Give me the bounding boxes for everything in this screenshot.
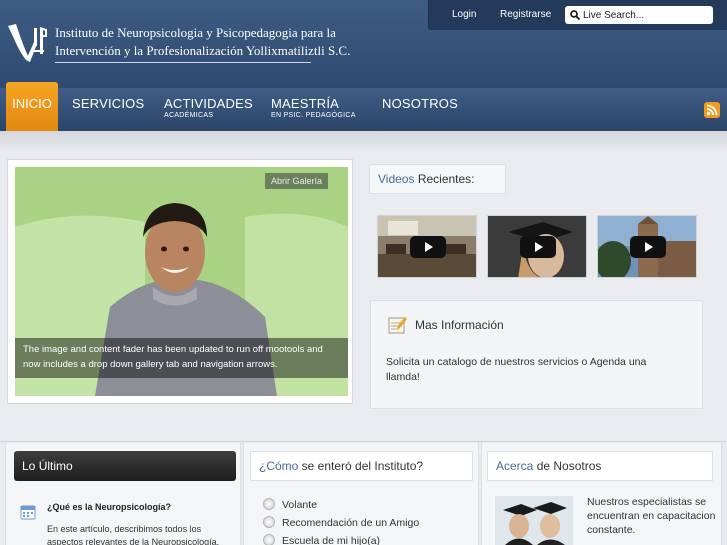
calendar-icon	[20, 505, 36, 520]
search-box	[565, 6, 713, 24]
rss-glyph	[706, 104, 718, 116]
nav-label: INICIO	[12, 96, 52, 111]
video-thumbnail-2[interactable]	[487, 215, 587, 278]
about-text: Nuestros especialistas se encuentran en …	[587, 496, 716, 536]
logo-line-2: Intervención y la Profesionalización Yol…	[55, 43, 351, 58]
slideshow-panel: Abrir Galería The image and content fade…	[7, 159, 353, 404]
login-link[interactable]: Login	[452, 9, 476, 20]
article-title-link[interactable]: ¿Qué es la Neuropsicología?	[47, 502, 171, 512]
search-input[interactable]	[583, 6, 709, 24]
survey-title-rest: se enteró del Instituto?	[298, 459, 424, 473]
open-gallery-button[interactable]: Abrir Galería	[265, 173, 328, 189]
survey-radio-2[interactable]	[263, 516, 275, 528]
nav-sublabel: EN PSIC. PEDAGÓGICA	[271, 112, 356, 119]
survey-radio-3[interactable]	[263, 534, 275, 545]
rss-icon[interactable]	[704, 102, 720, 118]
videos-title-accent: Videos	[378, 172, 415, 186]
nav-item-actividades[interactable]: ACTIVIDADES ACADÉMICAS	[164, 88, 253, 131]
play-icon	[630, 236, 666, 258]
logo-mark-icon	[8, 24, 47, 62]
video-thumbnail-1[interactable]	[377, 215, 477, 278]
search-icon	[570, 10, 580, 20]
latest-title-part2: Último	[35, 459, 73, 473]
register-link[interactable]: Registrarse	[500, 9, 551, 20]
nav-shadow	[0, 131, 727, 153]
graduates-photo	[495, 496, 573, 545]
notepad-icon	[388, 317, 407, 334]
about-title-rest: de Nosotros	[533, 459, 602, 473]
nav-item-maestria[interactable]: MAESTRÍA EN PSIC. PEDAGÓGICA	[271, 88, 356, 131]
site-header: Instituto de Neuropsicologia y Psicopeda…	[0, 0, 727, 88]
slide-image[interactable]: Abrir Galería The image and content fade…	[15, 167, 348, 396]
top-utility-bar: Login Registrarse	[428, 0, 727, 30]
more-info-text: Solicita un catalogo de nuestros servici…	[386, 356, 647, 383]
latest-header: Lo Último	[14, 451, 236, 481]
play-icon	[520, 236, 556, 258]
survey-title-accent: ¿Cómo	[259, 459, 299, 473]
about-header: Acerca de Nosotros	[487, 451, 713, 481]
graduates-illustration	[495, 496, 573, 545]
section-divider	[0, 441, 727, 442]
survey-header: ¿Cómo se enteró del Instituto?	[250, 451, 473, 481]
videos-title-rest: Recientes:	[414, 172, 475, 186]
logo-text: Instituto de Neuropsicologia y Psicopeda…	[55, 24, 351, 60]
nav-sublabel: ACADÉMICAS	[164, 112, 214, 119]
nav-item-nosotros[interactable]: NOSOTROS	[382, 88, 458, 131]
survey-option-label: Escuela de mi hijo(a)	[282, 535, 381, 545]
nav-label: MAESTRÍA	[271, 96, 340, 111]
main-nav: SERVICIOS ACTIVIDADES ACADÉMICAS MAESTRÍ…	[0, 88, 727, 131]
survey-option-label: Volante	[282, 499, 318, 511]
nav-label: NOSOTROS	[382, 96, 458, 111]
site-logo[interactable]: Instituto de Neuropsicologia y Psicopeda…	[4, 18, 351, 74]
more-info-panel: Mas Información Solicita un catalogo de …	[370, 300, 703, 409]
survey-column: ¿Cómo se enteró del Instituto? Volante R…	[243, 443, 479, 545]
nav-label: SERVICIOS	[72, 96, 145, 111]
about-title-accent: Acerca	[496, 459, 534, 473]
play-icon	[410, 236, 446, 258]
logo-line-1: Instituto de Neuropsicologia y Psicopeda…	[55, 25, 336, 40]
slide-caption: The image and content fader has been upd…	[15, 338, 348, 378]
about-column: Acerca de Nosotros Nuestros especialista…	[481, 443, 722, 545]
nav-item-servicios[interactable]: SERVICIOS	[72, 88, 144, 131]
survey-radio-1[interactable]	[263, 498, 275, 510]
recent-videos-header: Videos Recientes:	[369, 164, 506, 194]
nav-label: ACTIVIDADES	[164, 96, 253, 111]
latest-title-part1: Lo	[22, 459, 36, 473]
article-excerpt: En este artículo, describimos todos los …	[47, 524, 220, 545]
more-info-title: Mas Información	[415, 318, 504, 332]
logo-divider	[55, 62, 311, 63]
latest-column: Lo Último ¿Qué es la Neuropsicología? En…	[5, 443, 241, 545]
nav-item-inicio[interactable]: INICIO	[6, 82, 58, 136]
video-thumbnail-3[interactable]	[597, 215, 697, 278]
survey-option-label: Recomendación de un Amigo	[282, 517, 420, 529]
